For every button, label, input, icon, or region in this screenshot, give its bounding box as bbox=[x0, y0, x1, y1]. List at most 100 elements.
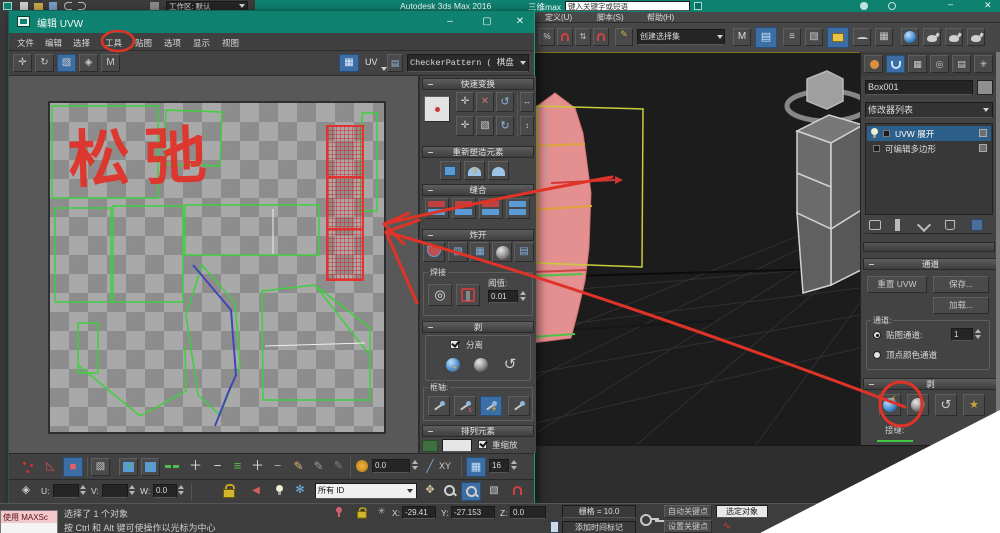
align-vertical-icon[interactable]: ✕ bbox=[476, 92, 494, 112]
v-field[interactable] bbox=[102, 484, 128, 498]
key-tangent-icon[interactable]: ∿ bbox=[718, 520, 736, 533]
rotate-cw-icon[interactable]: ↻ bbox=[496, 116, 514, 136]
pin-tool-icon[interactable] bbox=[428, 396, 450, 416]
sign-in-icon[interactable] bbox=[860, 2, 868, 10]
undo-icon[interactable] bbox=[64, 2, 72, 10]
pin-selected-icon[interactable]: ⚡ bbox=[480, 396, 502, 416]
uvw-menu-select[interactable]: 选择 bbox=[73, 37, 90, 49]
set-key-button[interactable]: 设置关键点 bbox=[664, 520, 712, 533]
selection-lock-icon[interactable] bbox=[357, 507, 367, 519]
rollout-explode-header[interactable]: 炸开 bbox=[422, 229, 534, 241]
search-go-icon[interactable] bbox=[694, 2, 702, 10]
relax-icon[interactable] bbox=[488, 161, 509, 180]
schematic-view-icon[interactable]: ▦ bbox=[875, 28, 893, 46]
collapsed-rollout[interactable] bbox=[863, 242, 995, 252]
object-name-field[interactable]: Box001 bbox=[865, 80, 973, 95]
unpin-selected-icon[interactable] bbox=[508, 396, 530, 416]
new-file-icon[interactable] bbox=[20, 2, 28, 10]
loop-plus-icon[interactable]: ＋ bbox=[185, 457, 206, 477]
w-spinner[interactable] bbox=[177, 484, 185, 498]
x-coordinate-field[interactable]: -29.41 bbox=[402, 506, 436, 519]
rollout-quick-transform-header[interactable]: 快速变换 bbox=[422, 78, 534, 90]
paint-select-add-icon[interactable]: ✎ bbox=[309, 457, 328, 477]
id-filter-dropdown[interactable]: 所有 ID bbox=[315, 483, 417, 499]
soft-selection-value[interactable]: 0.0 bbox=[372, 459, 410, 473]
add-time-tag[interactable]: 添加时间标记 bbox=[562, 521, 636, 533]
u-spinner[interactable] bbox=[79, 484, 87, 498]
render-iterative-icon[interactable] bbox=[967, 28, 985, 46]
rollout-reshape-header[interactable]: 重新塑造元素 bbox=[422, 146, 534, 158]
stitch-custom-icon[interactable] bbox=[425, 198, 449, 219]
named-selection-set-dropdown[interactable]: 创建选择集 bbox=[637, 29, 725, 45]
save-file-icon[interactable] bbox=[49, 2, 57, 10]
uvw-menu-mapping[interactable]: 贴图 bbox=[135, 37, 152, 49]
perspective-viewport[interactable] bbox=[535, 52, 860, 445]
map-size-spinner[interactable] bbox=[510, 459, 518, 473]
app-minimize-icon[interactable]: – bbox=[948, 0, 953, 9]
map-channel-radio[interactable] bbox=[873, 331, 881, 339]
magnet-snap-icon[interactable] bbox=[557, 28, 573, 46]
flatten-by-face-icon[interactable]: ▤ bbox=[514, 242, 534, 262]
uvw-rotate-icon[interactable]: ↻ bbox=[35, 54, 54, 72]
weld-selected-icon[interactable]: ◎ bbox=[428, 284, 452, 306]
uvw-menu-display[interactable]: 显示 bbox=[193, 37, 210, 49]
uv-space-label[interactable]: UV bbox=[365, 57, 378, 67]
peel-mode-icon[interactable] bbox=[470, 354, 494, 378]
help-icon[interactable] bbox=[888, 2, 896, 10]
curve-editor-icon[interactable] bbox=[853, 28, 871, 46]
rotate-ccw-icon[interactable]: ↺ bbox=[496, 92, 514, 112]
w-field[interactable]: 0.0 bbox=[153, 484, 177, 498]
separate-checkbox[interactable] bbox=[450, 340, 459, 349]
texture-checker-icon[interactable]: ▦ bbox=[466, 457, 486, 477]
ring-plus-icon[interactable]: ＋ bbox=[247, 457, 268, 477]
reset-peel-icon[interactable]: ↺ bbox=[498, 354, 522, 378]
texture-list-icon[interactable]: ▤ bbox=[387, 54, 403, 72]
mirror-icon[interactable]: M bbox=[733, 28, 751, 46]
render-frame-icon[interactable] bbox=[923, 28, 941, 46]
ring-minus-icon[interactable]: − bbox=[267, 457, 288, 477]
paint-select-sub-icon[interactable]: ✎ bbox=[329, 457, 348, 477]
maxscript-mini-listener[interactable]: 使用 MAXSc bbox=[0, 510, 58, 533]
time-tag-icon[interactable] bbox=[550, 521, 559, 533]
selected-uv-strip[interactable] bbox=[326, 125, 364, 281]
remove-modifier-icon[interactable] bbox=[945, 220, 955, 230]
uvw-maximize-icon[interactable]: ▢ bbox=[474, 14, 500, 30]
paint-select-icon[interactable]: ✎ bbox=[289, 457, 308, 477]
uv-canvas[interactable]: 松弛 bbox=[48, 101, 386, 434]
filter-selected-faces-icon[interactable]: ◀ bbox=[247, 483, 265, 500]
grow-selection-icon[interactable]: + bbox=[119, 458, 138, 476]
v-spinner[interactable] bbox=[128, 484, 136, 498]
quick-peel-button[interactable]: ⚡ bbox=[879, 394, 901, 416]
search-input[interactable]: 键入关键字或短语 bbox=[565, 1, 690, 11]
stitch-source-icon[interactable] bbox=[452, 198, 476, 219]
object-color-swatch[interactable] bbox=[977, 80, 993, 95]
tab-modify[interactable] bbox=[886, 55, 905, 73]
uvw-menu-options[interactable]: 选项 bbox=[164, 37, 181, 49]
y-coordinate-field[interactable]: -27.153 bbox=[451, 506, 495, 519]
tab-create[interactable] bbox=[864, 55, 883, 73]
uvw-menu-file[interactable]: 文件 bbox=[17, 37, 34, 49]
map-channel-value[interactable]: 1 bbox=[951, 328, 973, 341]
app-close-icon[interactable]: ✕ bbox=[984, 0, 992, 11]
uvw-close-icon[interactable]: ✕ bbox=[507, 14, 533, 30]
angle-snap-icon[interactable] bbox=[593, 28, 609, 46]
rollout-stitch-header[interactable]: 缝合 bbox=[422, 184, 534, 196]
soft-selection-spinner[interactable] bbox=[411, 459, 419, 473]
tab-utilities[interactable]: ✳ bbox=[974, 55, 993, 73]
flatten-mapping-icon[interactable] bbox=[492, 242, 512, 262]
render-production-icon[interactable] bbox=[945, 28, 963, 46]
align-icon[interactable]: ▤ bbox=[755, 27, 777, 48]
ribbon-toggle-icon[interactable] bbox=[827, 27, 849, 48]
app-menu-icon[interactable] bbox=[3, 2, 12, 10]
rollout-peel-header[interactable]: 剥 bbox=[863, 378, 998, 390]
map-channel-spinner[interactable] bbox=[974, 328, 982, 341]
uvw-minimize-icon[interactable]: – bbox=[437, 14, 463, 30]
z-coordinate-field[interactable]: 0.0 bbox=[510, 506, 546, 519]
zoom-extents-icon[interactable]: ▧ bbox=[485, 483, 503, 500]
uvw-menu-tools[interactable]: 工具 bbox=[105, 37, 122, 49]
toolbars-icon[interactable]: ≡ bbox=[783, 28, 801, 46]
maxscript-edit-icon[interactable]: ✎ bbox=[615, 28, 633, 46]
uvw-freeform-icon[interactable]: ◈ bbox=[79, 54, 98, 72]
redo-icon[interactable] bbox=[78, 2, 86, 10]
uvw-titlebar[interactable]: 编辑 UVW – ▢ ✕ bbox=[9, 11, 534, 33]
